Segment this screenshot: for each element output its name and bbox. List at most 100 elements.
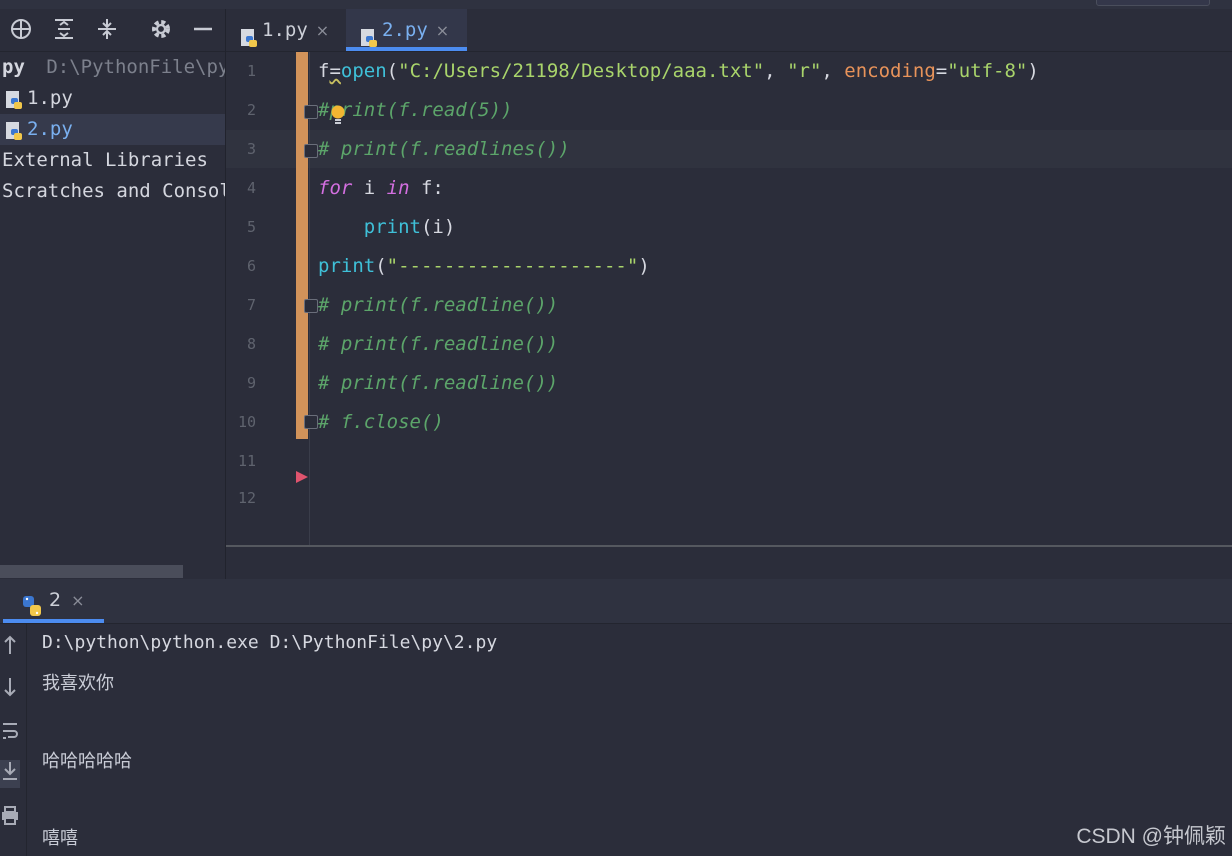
python-icon: [21, 590, 43, 616]
run-tab-2[interactable]: 2 ×: [3, 579, 104, 623]
code-token: =: [329, 60, 341, 82]
tree-item-2py[interactable]: 2.py: [0, 114, 226, 145]
expand-all-icon[interactable]: [51, 17, 77, 43]
fold-icon[interactable]: [304, 144, 318, 158]
window-top-strip: [0, 0, 1232, 9]
tab-2py[interactable]: 2.py ×: [346, 9, 467, 51]
code-line-9: # print(f.readline()): [318, 372, 559, 394]
code-token: print: [363, 216, 421, 238]
close-icon[interactable]: ×: [316, 21, 329, 40]
line-number: 12: [237, 489, 256, 507]
code-line-6: print("--------------------"): [318, 247, 650, 285]
locate-icon[interactable]: [8, 17, 34, 43]
gear-icon[interactable]: [148, 17, 174, 43]
tree-scratches[interactable]: Scratches and Consoles: [0, 176, 226, 207]
fold-icon[interactable]: [304, 299, 318, 313]
run-panel-header: 2 ×: [0, 579, 1232, 624]
tab-1py[interactable]: 1.py ×: [226, 9, 346, 51]
console-line: 我喜欢你: [42, 673, 114, 694]
code-token: f: [318, 60, 330, 82]
tree-item-1py[interactable]: 1.py: [0, 83, 226, 114]
code-token: (: [386, 60, 399, 82]
run-tab-label: 2: [49, 589, 62, 611]
code-editor[interactable]: 1 2 3 4 5 6 7 8 9 10 11 12 f=open("C:/Us…: [226, 52, 1232, 545]
code-token: ,: [764, 60, 788, 82]
line-number: 9: [246, 374, 256, 392]
code-line-8: # print(f.readline()): [318, 333, 559, 355]
tab-label: 1.py: [262, 19, 308, 41]
code-token: encoding: [844, 60, 936, 82]
line-number: 7: [246, 296, 256, 314]
editor-tab-bar: 1.py × 2.py ×: [226, 9, 1232, 52]
code-line-2: #print(f.read(5)): [318, 99, 513, 121]
line-number: 6: [246, 257, 256, 275]
code-token: (i): [420, 216, 456, 238]
soft-wrap-icon[interactable]: [0, 720, 20, 748]
project-horizontal-scrollbar[interactable]: [0, 565, 183, 578]
line-number: 5: [246, 218, 256, 236]
python-file-icon: [360, 21, 378, 47]
code-token: ): [1027, 60, 1039, 82]
close-icon[interactable]: ×: [71, 591, 84, 610]
code-token: "C:/Users/21198/Desktop/aaa.txt": [398, 60, 765, 82]
code-token: ): [638, 255, 650, 277]
python-file-icon: [5, 89, 23, 109]
fold-icon[interactable]: [304, 105, 318, 119]
run-side-toolbar: [0, 624, 27, 856]
python-file-icon: [240, 21, 258, 47]
tree-item-label: 1.py: [27, 87, 73, 109]
minimize-icon[interactable]: [190, 17, 216, 43]
lightbulb-icon[interactable]: [330, 105, 346, 127]
tree-external-libraries[interactable]: External Libraries: [0, 145, 226, 176]
console-line: 嘻嘻: [42, 828, 78, 849]
code-token: f:: [409, 177, 444, 199]
editor-bottom-area: [226, 547, 1232, 579]
code-token: "r": [787, 60, 822, 82]
code-token: =: [935, 60, 948, 82]
tree-root-path: D:\PythonFile\py: [46, 56, 226, 78]
code-token: i: [352, 177, 387, 199]
project-tree: py D:\PythonFile\py 1.py 2.py External L…: [0, 52, 226, 578]
code-line-4: for i in f:: [318, 169, 444, 207]
tree-root-py[interactable]: py D:\PythonFile\py: [0, 52, 226, 83]
tree-item-label: 2.py: [27, 118, 73, 140]
watermark: CSDN @钟佩颖: [1076, 825, 1226, 848]
code-token: for: [318, 177, 353, 199]
code-token: (: [375, 255, 387, 277]
print-icon[interactable]: [0, 804, 20, 832]
line-number: 4: [246, 179, 256, 197]
scroll-down-icon[interactable]: [0, 676, 20, 704]
code-token: "utf-8": [947, 60, 1028, 82]
code-token: print: [318, 255, 376, 277]
console-output[interactable]: D:\python\python.exe D:\PythonFile\py\2.…: [27, 624, 1232, 856]
code-token: "--------------------": [386, 255, 639, 277]
tab-label: 2.py: [382, 19, 428, 41]
line-number: 2: [246, 101, 256, 119]
line-number: 11: [237, 452, 256, 470]
python-file-icon: [5, 120, 23, 140]
code-line-7: # print(f.readline()): [318, 294, 559, 316]
fold-icon[interactable]: [304, 415, 318, 429]
code-token: open: [340, 60, 387, 82]
scroll-to-end-icon[interactable]: [0, 760, 20, 788]
top-right-button[interactable]: [1096, 0, 1210, 6]
code-token: ,: [821, 60, 845, 82]
code-line-5: print(i): [318, 208, 456, 246]
collapse-all-icon[interactable]: [94, 17, 120, 43]
scroll-up-icon[interactable]: [0, 634, 20, 662]
line-number: 8: [246, 335, 256, 353]
line-number: 1: [246, 62, 256, 80]
code-token: in: [386, 177, 410, 199]
console-command: D:\python\python.exe D:\PythonFile\py\2.…: [42, 632, 498, 653]
code-line-10: # f.close(): [318, 411, 444, 433]
code-line-1: f=open("C:/Users/21198/Desktop/aaa.txt",…: [318, 52, 1039, 90]
run-marker-icon: [296, 471, 308, 483]
console-line: 哈哈哈哈哈: [42, 751, 132, 772]
close-icon[interactable]: ×: [436, 21, 449, 40]
tree-root-label: py: [2, 56, 25, 78]
line-number: 3: [246, 140, 256, 158]
line-number: 10: [237, 413, 256, 431]
code-line-3: # print(f.readlines()): [318, 138, 570, 160]
project-toolbar: [0, 9, 226, 52]
